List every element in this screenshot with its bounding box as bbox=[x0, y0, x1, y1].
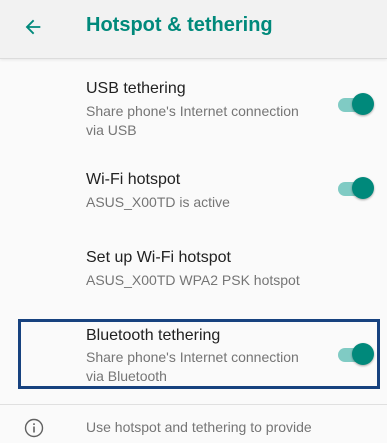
bluetooth-tethering-subtitle: Share phone's Internet connection via Bl… bbox=[86, 349, 299, 384]
toggle-thumb bbox=[352, 343, 374, 365]
setting-usb-tethering[interactable]: USB tethering Share phone's Internet con… bbox=[0, 72, 387, 144]
divider bbox=[0, 404, 387, 405]
setup-wifi-hotspot-subtitle: ASUS_X00TD WPA2 PSK hotspot bbox=[86, 272, 300, 288]
arrow-back-icon bbox=[25, 19, 41, 35]
setup-wifi-hotspot-title: Set up Wi-Fi hotspot bbox=[86, 249, 231, 266]
bluetooth-tethering-toggle[interactable] bbox=[336, 343, 376, 367]
app-bar: Hotspot & tethering bbox=[0, 0, 387, 59]
setting-bluetooth-tethering[interactable]: Bluetooth tethering Share phone's Intern… bbox=[0, 322, 387, 388]
setting-wifi-hotspot[interactable]: Wi-Fi hotspot ASUS_X00TD is active bbox=[0, 165, 387, 221]
setting-setup-wifi-hotspot[interactable]: Set up Wi-Fi hotspot ASUS_X00TD WPA2 PSK… bbox=[0, 241, 387, 297]
info-text: Use hotspot and tethering to provide bbox=[86, 419, 312, 435]
info-icon bbox=[24, 418, 44, 438]
usb-tethering-subtitle: Share phone's Internet connection via US… bbox=[86, 103, 299, 138]
wifi-hotspot-subtitle: ASUS_X00TD is active bbox=[86, 194, 230, 210]
back-button[interactable] bbox=[18, 12, 48, 42]
usb-tethering-title: USB tethering bbox=[86, 80, 186, 97]
bluetooth-tethering-title: Bluetooth tethering bbox=[86, 327, 221, 344]
wifi-hotspot-toggle[interactable] bbox=[336, 177, 376, 201]
page-title: Hotspot & tethering bbox=[86, 14, 273, 36]
toggle-thumb bbox=[352, 177, 374, 199]
wifi-hotspot-title: Wi-Fi hotspot bbox=[86, 171, 181, 188]
usb-tethering-toggle[interactable] bbox=[336, 93, 376, 117]
toggle-thumb bbox=[352, 93, 374, 115]
